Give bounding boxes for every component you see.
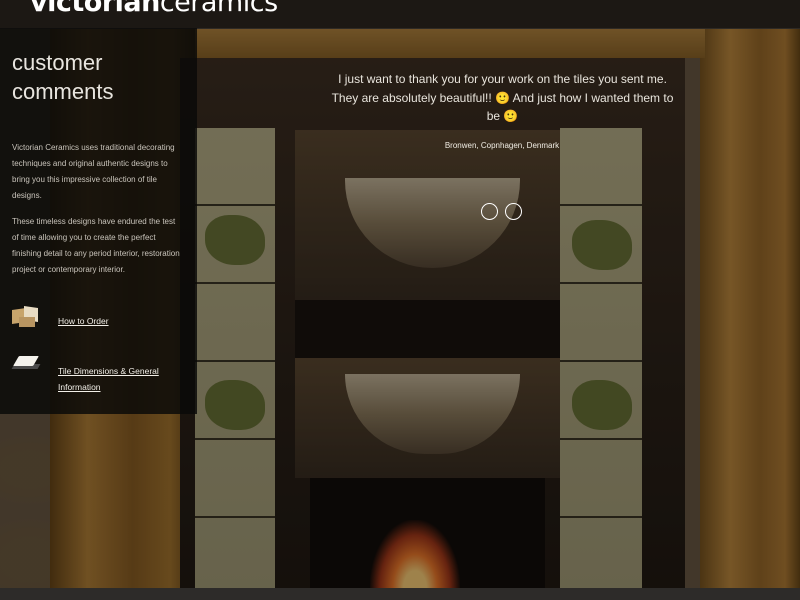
- top-navigation: [372, 0, 417, 6]
- footer-bar: [0, 588, 800, 600]
- testimonial-quote: I just want to thank you for your work o…: [331, 72, 674, 123]
- intro-paragraph: Victorian Ceramics uses traditional deco…: [12, 143, 175, 200]
- carousel-dot-2[interactable]: [505, 203, 522, 220]
- description-paragraph: These timeless designs have endured the …: [12, 217, 180, 274]
- logo-light-text: ceramics: [159, 0, 278, 18]
- tile-dimensions-link[interactable]: Tile Dimensions & General Information: [58, 363, 178, 395]
- boxes-icon: [12, 305, 40, 327]
- logo-bold-text: victorian: [30, 0, 160, 18]
- how-to-order-link[interactable]: How to Order: [58, 313, 109, 329]
- tile-icon: [11, 356, 41, 370]
- site-header: victorianceramics: [0, 0, 800, 29]
- carousel-pagination: [480, 203, 525, 223]
- page-title-line-2: comments: [12, 79, 114, 104]
- page-title: customer comments: [12, 48, 182, 106]
- site-logo[interactable]: victorianceramics: [30, 0, 278, 18]
- testimonial-author: Bronwen, Copnhagen, Denmark: [444, 141, 560, 150]
- carousel-dot-1[interactable]: [481, 203, 498, 220]
- info-panel: customer comments Victorian Ceramics use…: [0, 28, 197, 414]
- page-title-line-1: customer: [12, 50, 103, 75]
